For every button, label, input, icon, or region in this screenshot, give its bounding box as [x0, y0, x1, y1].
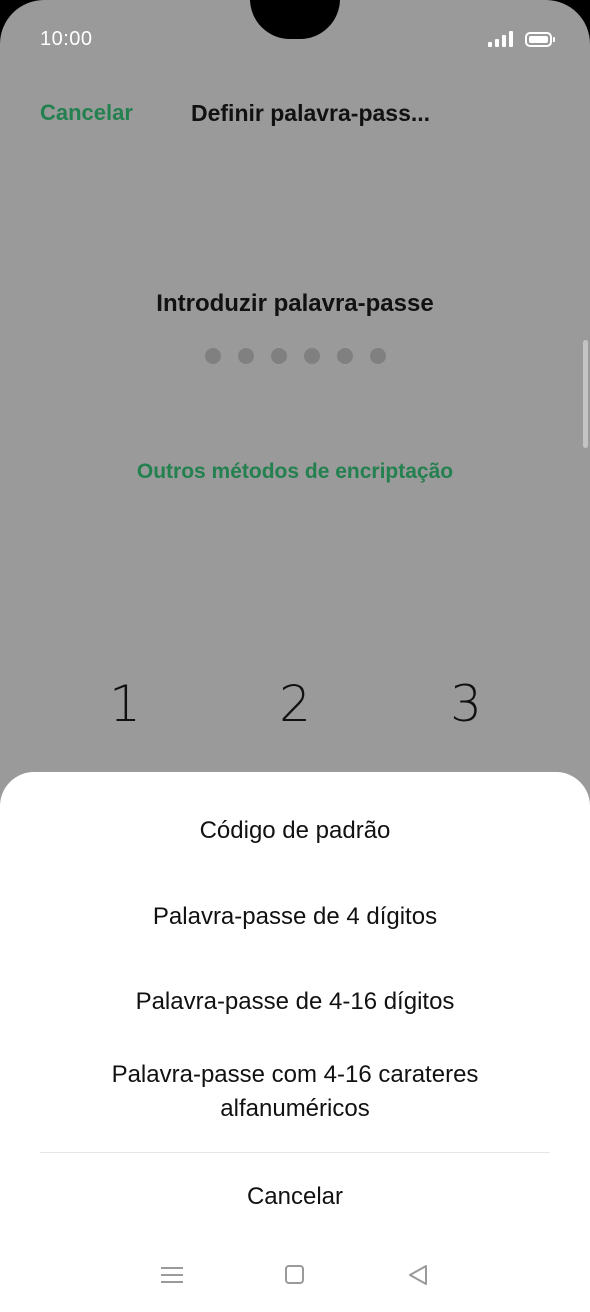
scroll-indicator — [583, 340, 588, 448]
status-time: 10:00 — [40, 27, 93, 50]
pin-dot — [270, 348, 287, 364]
divider — [40, 1152, 550, 1153]
status-icons — [488, 31, 555, 47]
keypad-row: 1 2 3 — [0, 675, 590, 739]
pin-dot — [369, 348, 386, 364]
status-bar: 10:00 — [0, 0, 590, 78]
pin-dots — [0, 348, 590, 364]
home-icon[interactable] — [285, 1265, 305, 1284]
cancel-button[interactable]: Cancelar — [40, 100, 133, 126]
password-prompt: Introduzir palavra-passe — [156, 290, 434, 317]
pin-dot — [336, 348, 353, 364]
pin-dot — [237, 348, 254, 364]
option-4-digit[interactable]: Palavra-passe de 4 dígitos — [0, 900, 590, 934]
pin-dot — [204, 348, 221, 364]
encryption-options-sheet: Código de padrão Palavra-passe de 4 dígi… — [0, 772, 590, 1312]
key-2[interactable]: 2 — [245, 675, 345, 733]
key-3[interactable]: 3 — [416, 675, 516, 733]
header: Cancelar Definir palavra-pass... — [0, 90, 590, 136]
key-1[interactable]: 1 — [75, 675, 175, 733]
battery-icon — [525, 31, 555, 47]
pin-dot — [303, 348, 320, 364]
signal-icon — [488, 31, 513, 47]
option-pattern[interactable]: Código de padrão — [0, 814, 590, 848]
menu-icon[interactable] — [161, 1266, 184, 1283]
sheet-cancel-button[interactable]: Cancelar — [0, 1180, 590, 1214]
option-4-16-digit[interactable]: Palavra-passe de 4-16 dígitos — [0, 985, 590, 1019]
back-icon[interactable] — [407, 1264, 429, 1286]
option-alphanumeric[interactable]: Palavra-passe com 4-16 carateres alfanum… — [0, 1058, 590, 1126]
page-title: Definir palavra-pass... — [191, 99, 431, 126]
phone-screen: 10:00 Cancelar Definir palavra-pass... I… — [0, 0, 590, 1312]
other-encryption-methods-link[interactable]: Outros métodos de encriptação — [0, 460, 590, 484]
navigation-bar — [0, 1237, 590, 1312]
